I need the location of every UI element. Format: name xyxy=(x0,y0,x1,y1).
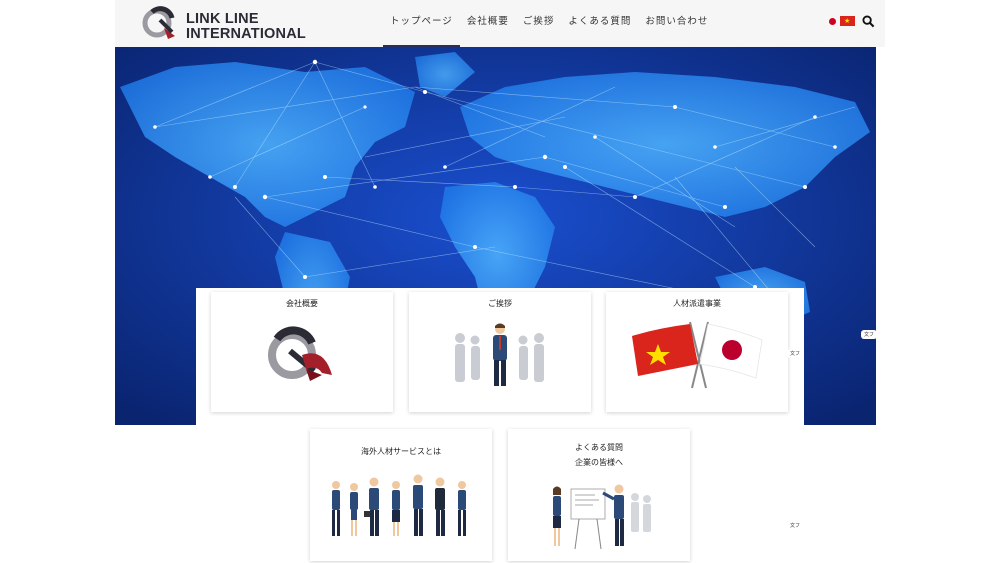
nav-item-faq[interactable]: よくある質問 xyxy=(561,0,638,47)
card-title: ご挨拶 xyxy=(488,299,512,308)
card-title: 人材派遣事業 xyxy=(673,299,721,308)
logo-line-1: LINK LINE xyxy=(186,11,259,27)
card-title: 会社概要 xyxy=(286,299,318,308)
main-nav: トップページ 会社概要 ご挨拶 よくある質問 お問い合わせ xyxy=(383,0,715,47)
page: LINK LINE INTERNATIONAL トップページ 会社概要 ご挨拶 … xyxy=(115,0,885,563)
card-overseas-talent[interactable]: 海外人材サービスとは xyxy=(310,429,492,561)
nav-item-contact[interactable]: お問い合わせ xyxy=(638,0,715,47)
card-faq[interactable]: よくある質問 企業の皆様へ xyxy=(508,429,690,561)
nav-item-company[interactable]: 会社概要 xyxy=(460,0,516,47)
vietnam-japan-flags-icon xyxy=(632,321,763,389)
logo-mark-icon xyxy=(142,6,175,39)
side-badge[interactable]: 文フ xyxy=(787,521,804,530)
site-logo[interactable]: LINK LINE INTERNATIONAL xyxy=(142,6,312,46)
business-team-illustration xyxy=(332,474,466,536)
header-icons: ★ xyxy=(829,14,875,28)
card-company-overview[interactable]: 会社概要 xyxy=(211,292,393,412)
company-logo-icon xyxy=(268,326,332,381)
logo-line-2: INTERNATIONAL xyxy=(186,26,306,42)
search-icon[interactable] xyxy=(862,14,875,28)
card-title: よくある質問 xyxy=(575,443,623,452)
side-badge[interactable]: 文フ xyxy=(787,349,804,358)
vietnam-flag-icon[interactable]: ★ xyxy=(840,16,855,26)
card-staffing-dispatch[interactable]: 人材派遣事業 xyxy=(606,292,788,412)
card-greeting[interactable]: ご挨拶 xyxy=(409,292,591,412)
logo-text: LINK LINE INTERNATIONAL xyxy=(186,12,306,42)
nav-item-top[interactable]: トップページ xyxy=(383,0,460,47)
card-subtitle: 企業の皆様へ xyxy=(575,458,623,467)
japan-flag-icon[interactable] xyxy=(829,17,836,25)
vietnam-star-icon: ★ xyxy=(844,17,851,25)
site-header: LINK LINE INTERNATIONAL トップページ 会社概要 ご挨拶 … xyxy=(115,0,885,47)
side-badge[interactable]: 文フ xyxy=(861,330,878,339)
businessman-illustration xyxy=(455,323,544,386)
feature-panel-lower xyxy=(196,425,804,563)
presentation-illustration xyxy=(553,484,651,550)
nav-item-greeting[interactable]: ご挨拶 xyxy=(516,0,562,47)
card-title: 海外人材サービスとは xyxy=(361,447,441,456)
